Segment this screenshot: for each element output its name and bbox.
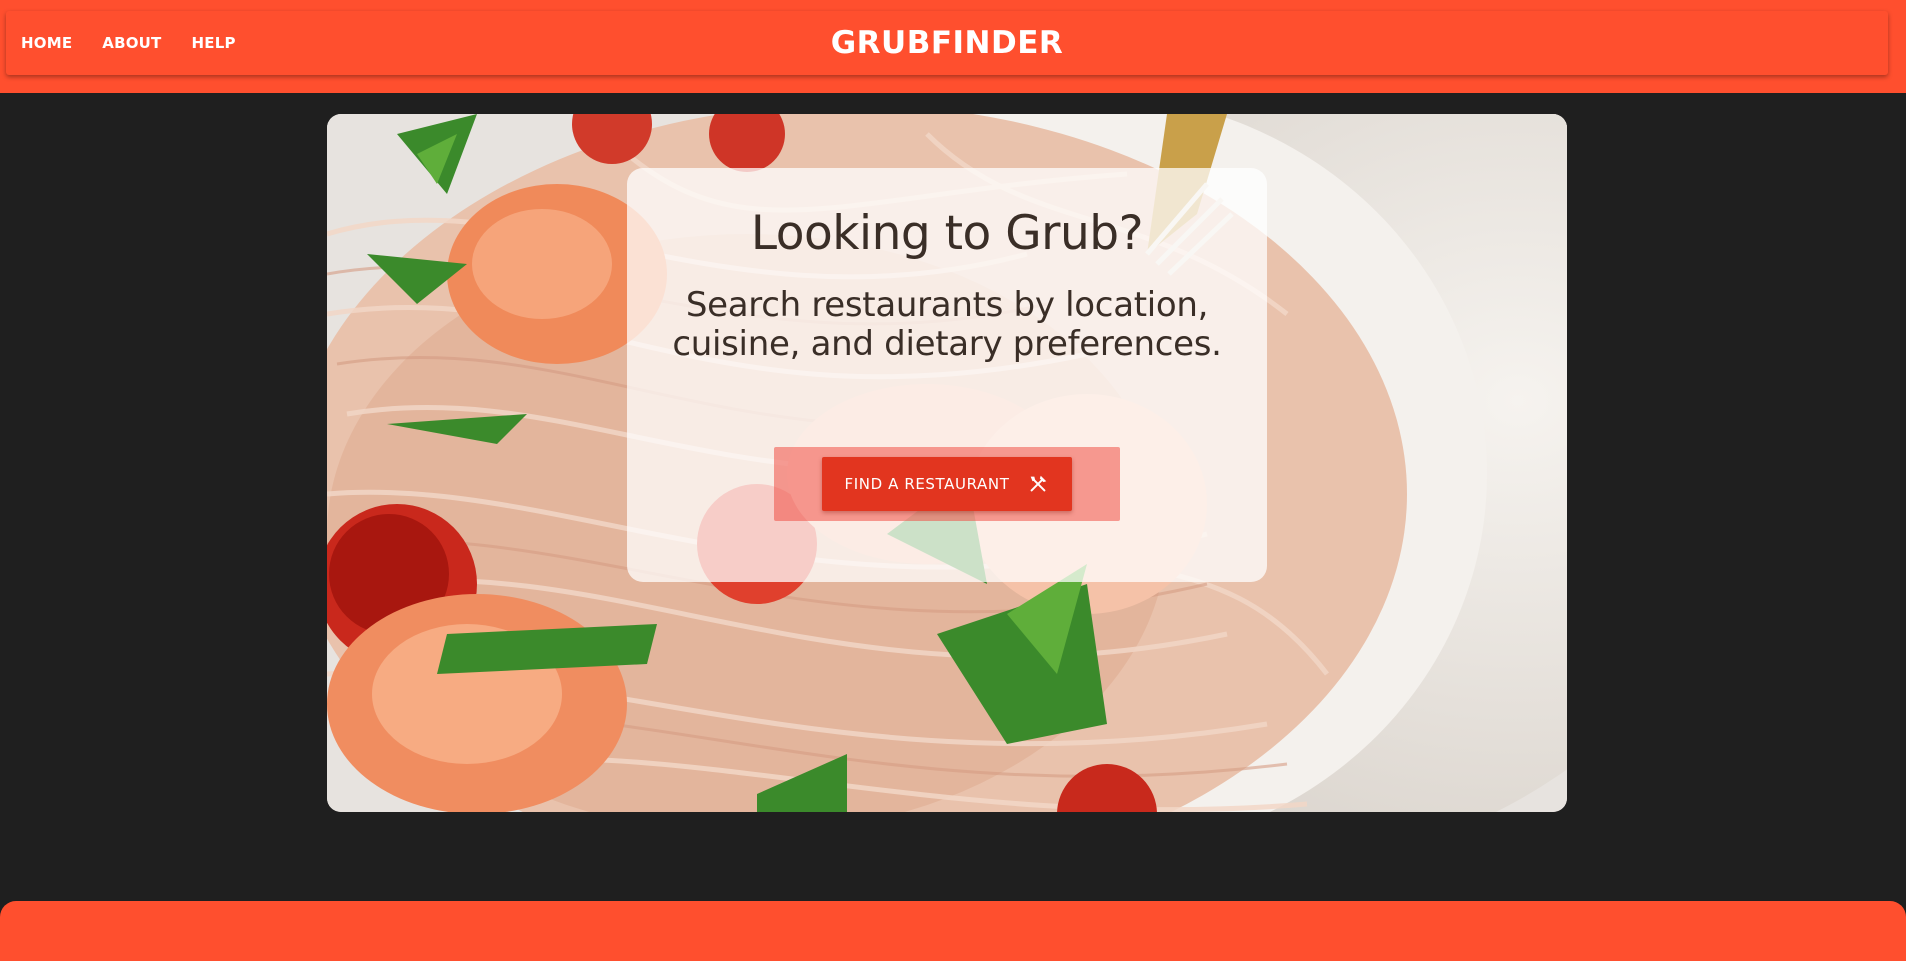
- navbar: HOME ABOUT HELP GRUBFINDER: [6, 11, 1888, 75]
- nav-links: HOME ABOUT HELP: [21, 11, 236, 75]
- hero-subtitle: Search restaurants by location, cuisine,…: [672, 285, 1222, 364]
- brand-logo-text: GRUBFINDER: [6, 11, 1888, 75]
- fork-knife-icon: [1031, 475, 1047, 492]
- header-band: HOME ABOUT HELP GRUBFINDER: [0, 0, 1906, 93]
- nav-help-link[interactable]: HELP: [192, 34, 236, 52]
- find-restaurant-label: FIND A RESTAURANT: [844, 475, 1010, 493]
- footer-band: [0, 901, 1906, 961]
- hero-section: Looking to Grub? Search restaurants by l…: [327, 114, 1567, 812]
- find-restaurant-button[interactable]: FIND A RESTAURANT: [822, 457, 1072, 511]
- hero-title: Looking to Grub?: [750, 206, 1144, 261]
- nav-home-link[interactable]: HOME: [21, 34, 72, 52]
- hero-card: Looking to Grub? Search restaurants by l…: [627, 168, 1267, 582]
- nav-about-link[interactable]: ABOUT: [102, 34, 161, 52]
- brand-name[interactable]: GRUBFINDER: [831, 25, 1064, 61]
- cta-container: FIND A RESTAURANT: [774, 447, 1120, 521]
